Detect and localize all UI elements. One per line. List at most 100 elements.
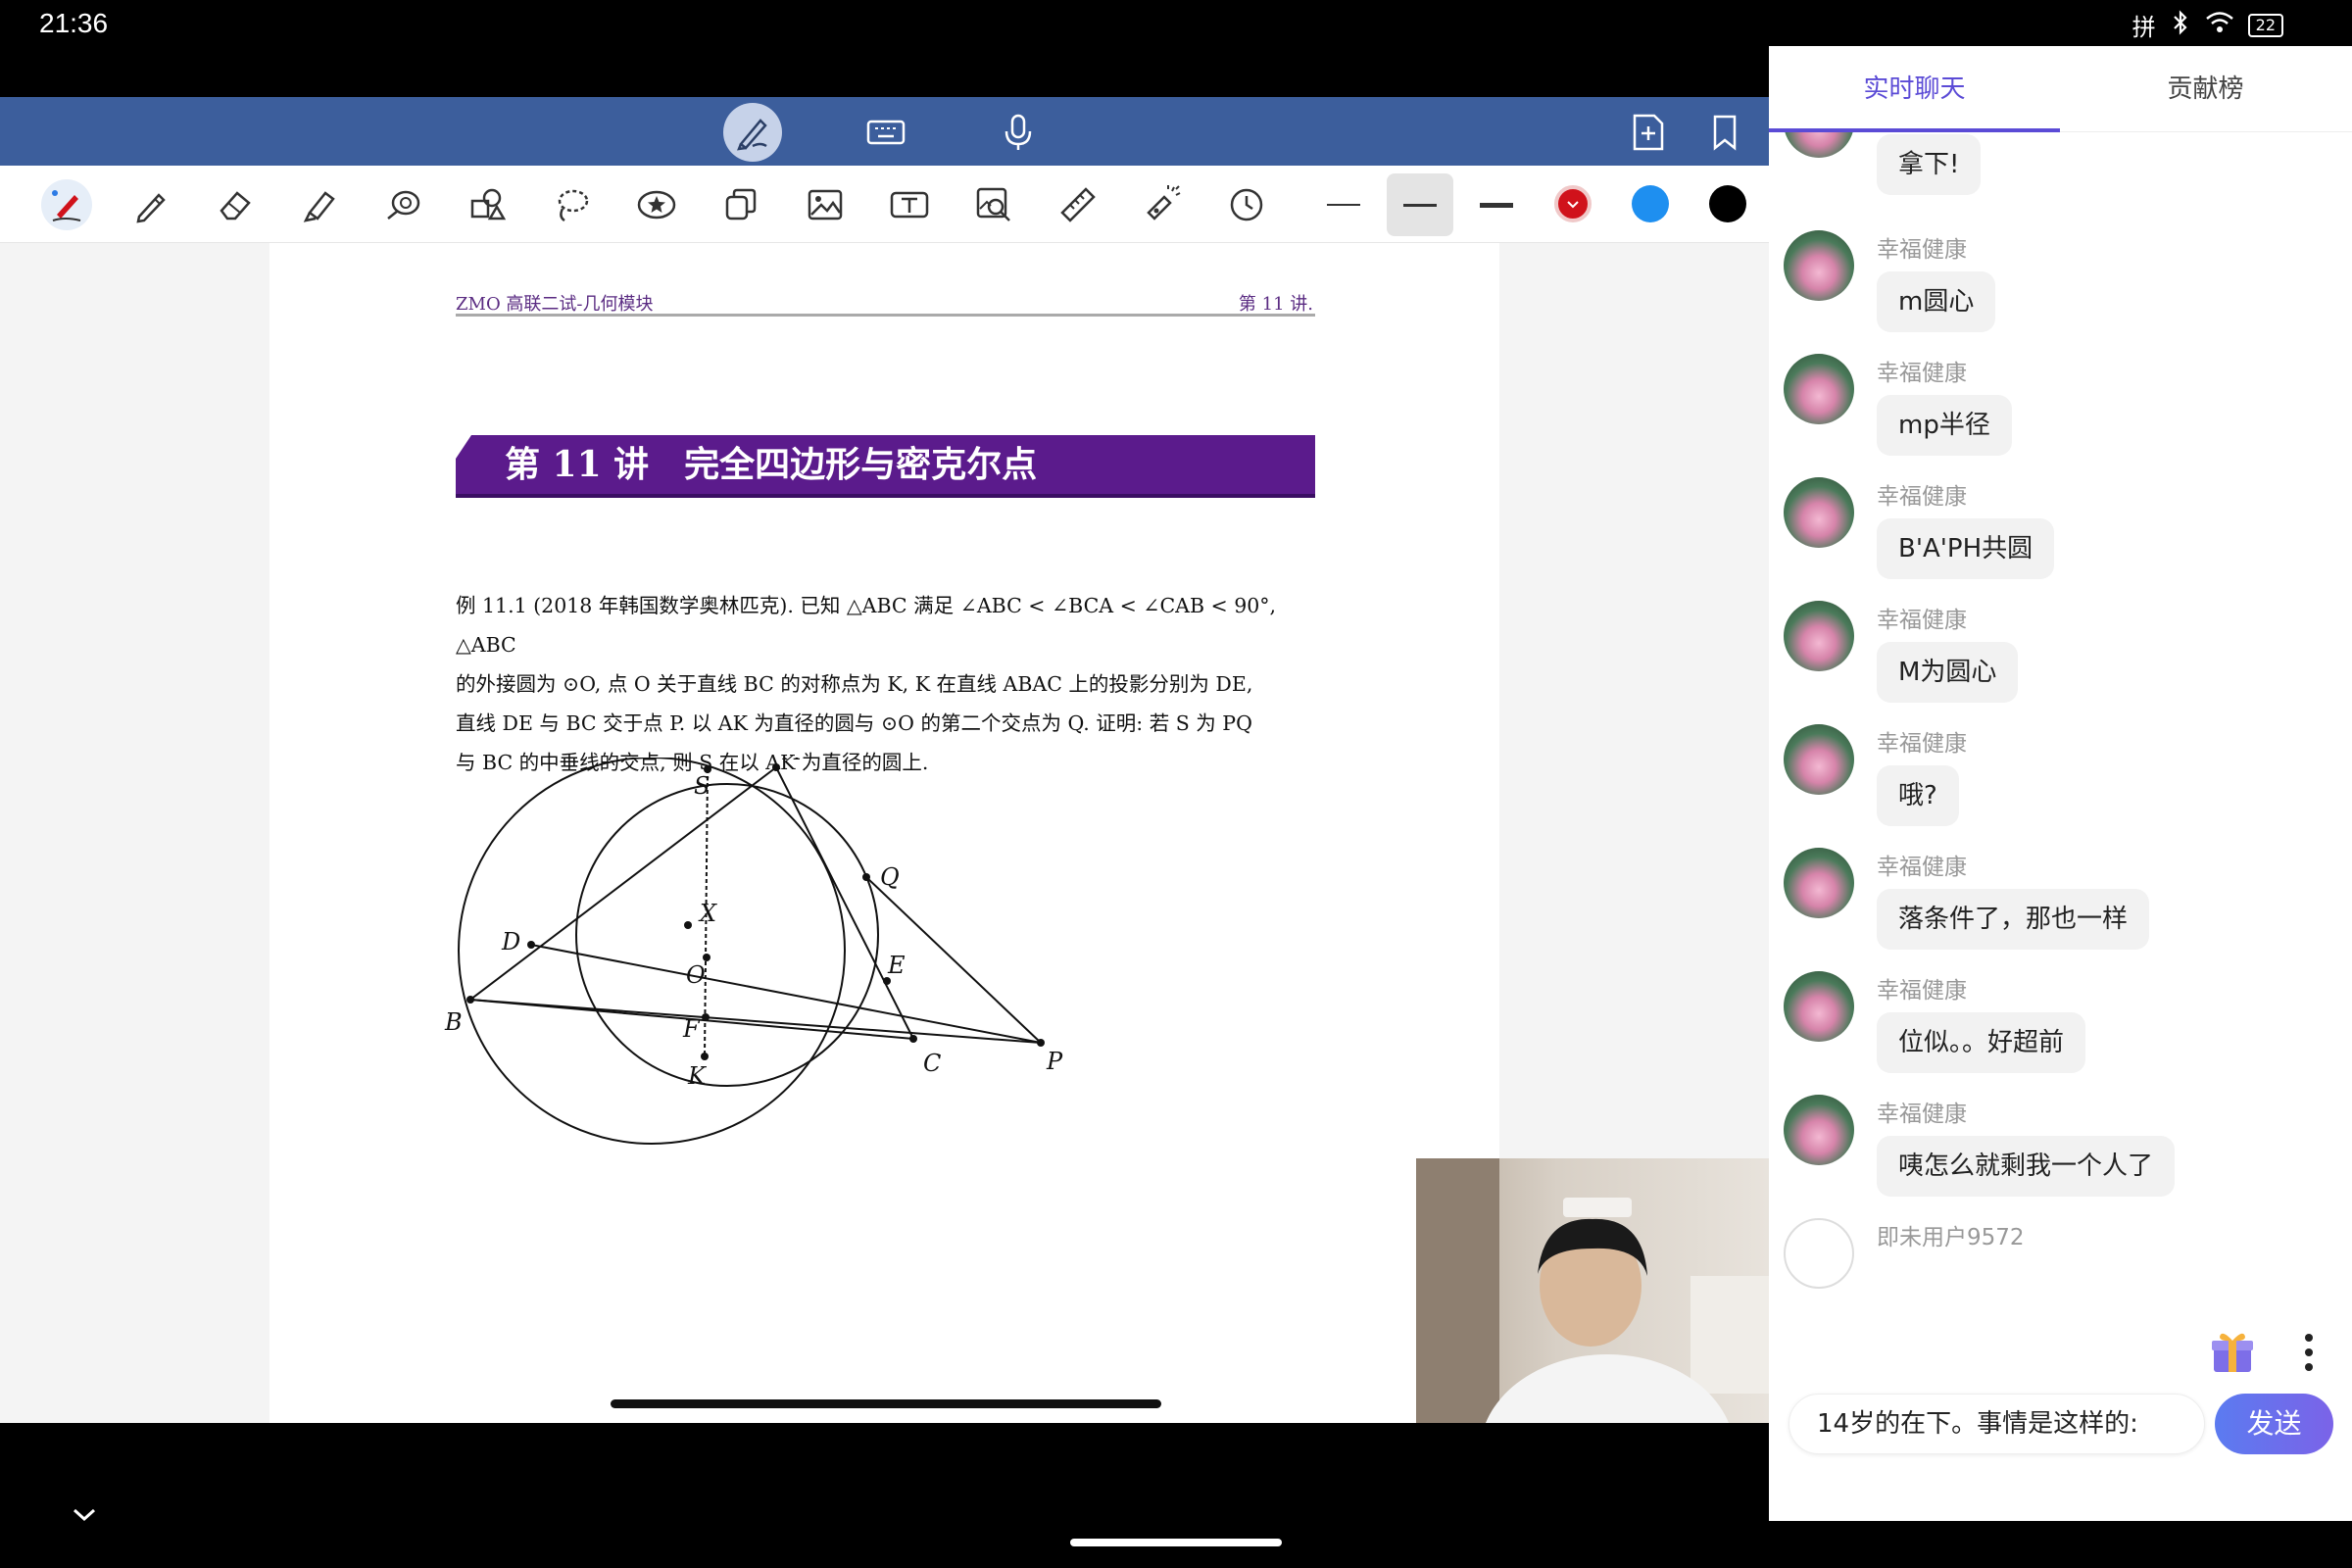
message-bubble: 哦? (1877, 765, 1959, 826)
label-k: K (687, 1062, 708, 1090)
shapes-icon[interactable] (463, 179, 514, 230)
copy-icon[interactable] (715, 179, 766, 230)
avatar[interactable] (1784, 230, 1854, 301)
message-bubble: 落条件了，那也一样 (1877, 889, 2150, 950)
label-b: B (444, 1008, 463, 1036)
tab-live-chat[interactable]: 实时聊天 (1769, 46, 2060, 132)
stroke-thick-option[interactable] (1471, 179, 1522, 230)
avatar[interactable] (1784, 601, 1854, 671)
pen-mode-icon[interactable] (723, 103, 782, 162)
wifi-icon (2205, 11, 2234, 40)
send-button[interactable]: 发送 (2215, 1394, 2333, 1454)
image-search-icon[interactable] (968, 179, 1019, 230)
document-page[interactable]: ZMO 高联二试-几何模块 第 11 讲. 第 11 讲 完全四边形与密克尔点 … (270, 243, 1499, 1423)
history-icon[interactable] (1221, 179, 1272, 230)
presenter-video[interactable] (1416, 1158, 1769, 1423)
text-box-icon[interactable] (884, 179, 935, 230)
avatar[interactable] (1784, 354, 1854, 424)
page-header-right: 第 11 讲. (1238, 294, 1313, 315)
tool-row (0, 166, 1769, 243)
username[interactable]: 即未用户9572 (1877, 1218, 2025, 1251)
smart-pen-icon[interactable] (41, 179, 92, 230)
line-bp (469, 999, 1042, 1044)
triangle-abc (469, 765, 915, 1041)
label-q: Q (880, 863, 900, 891)
color-red-swatch[interactable] (1554, 185, 1592, 222)
chat-input-area: 14岁的在下。事情是这样的: 发送 (1769, 1311, 2352, 1521)
collapse-chevron-icon[interactable] (69, 1504, 100, 1528)
chat-message-input[interactable]: 14岁的在下。事情是这样的: (1788, 1394, 2205, 1454)
avatar[interactable] (1784, 971, 1854, 1042)
screen: 21:36 拼 22 ZMO 高联二试-几何模块 第 11 讲. 第 11 讲 … (0, 0, 2352, 1568)
avatar[interactable] (1784, 1095, 1854, 1165)
avatar[interactable] (1784, 132, 1854, 158)
username[interactable]: 幸福健康 (1877, 601, 1967, 634)
problem-line: 例 11.1 (2018 年韩国数学奥林匹克). 已知 △ABC 满足 ∠ABC… (456, 594, 1277, 657)
presenter-video-frame (1416, 1158, 1769, 1423)
avatar[interactable] (1784, 1218, 1854, 1289)
geometry-figure: A S Q X D O E B F C P K (444, 758, 1063, 1145)
lasso-icon[interactable] (547, 179, 598, 230)
lecture-banner: 第 11 讲 完全四边形与密克尔点 (456, 435, 1315, 498)
message-bubble: m圆心 (1877, 271, 1996, 332)
color-blue-swatch[interactable] (1632, 185, 1669, 222)
home-gesture-bar[interactable] (1070, 1539, 1282, 1546)
header-divider (456, 314, 1315, 317)
username[interactable]: 幸福健康 (1877, 1095, 1967, 1128)
page-header-left: ZMO 高联二试-几何模块 (456, 294, 654, 315)
shape-recognize-icon[interactable] (378, 179, 429, 230)
label-f: F (682, 1015, 701, 1043)
problem-line: 直线 DE 与 BC 交于点 P. 以 AK 为直径的圆与 ⊙O 的第二个交点为… (456, 711, 1252, 735)
gift-icon[interactable] (2208, 1327, 2257, 1380)
message-bubble: 位似。。好超前 (1877, 1012, 2086, 1073)
keyboard-icon[interactable] (857, 103, 915, 162)
label-a: A (782, 758, 801, 765)
horizontal-scrollbar[interactable] (611, 1399, 1161, 1408)
chat-tabs: 实时聊天 贡献榜 (1769, 46, 2352, 132)
pencil-icon[interactable] (125, 179, 176, 230)
tab-contribution-ranking[interactable]: 贡献榜 (2060, 46, 2351, 132)
username[interactable]: 幸福健康 (1877, 354, 1967, 387)
message-bubble: mp半径 (1877, 395, 2012, 456)
label-c: C (923, 1050, 941, 1077)
eraser-icon[interactable] (210, 179, 261, 230)
add-page-icon[interactable] (1619, 103, 1678, 162)
editor-top-bar (0, 97, 1769, 166)
avatar[interactable] (1784, 724, 1854, 795)
bluetooth-icon (2170, 9, 2191, 41)
problem-text: 例 11.1 (2018 年韩国数学奥林匹克). 已知 △ABC 满足 ∠ABC… (456, 586, 1318, 782)
label-p: P (1046, 1048, 1063, 1075)
avatar[interactable] (1784, 477, 1854, 548)
username[interactable]: 幸福健康 (1877, 477, 1967, 511)
sticker-icon[interactable] (631, 179, 682, 230)
image-icon[interactable] (800, 179, 851, 230)
color-black-swatch[interactable] (1709, 185, 1746, 222)
microphone-icon[interactable] (989, 103, 1048, 162)
username[interactable]: 幸福健康 (1877, 724, 1967, 758)
message-bubble: B'A'PH共圆 (1877, 518, 2055, 579)
message-bubble: M为圆心 (1877, 642, 2019, 703)
stroke-medium-option[interactable] (1387, 173, 1453, 236)
avatar[interactable] (1784, 848, 1854, 918)
label-s: S (694, 772, 710, 800)
highlighter-icon[interactable] (294, 179, 345, 230)
username[interactable]: 幸福健康 (1877, 230, 1967, 264)
label-x: X (698, 900, 717, 927)
ruler-icon[interactable] (1053, 179, 1103, 230)
label-d: D (501, 928, 520, 956)
message-bubble: 咦怎么就剩我一个人了 (1877, 1136, 2176, 1197)
status-time: 21:36 (39, 8, 109, 38)
circle-ak (575, 783, 879, 1087)
laser-pointer-icon[interactable] (1137, 179, 1188, 230)
stroke-thin-option[interactable] (1318, 179, 1369, 230)
status-icons: 拼 22 (2132, 8, 2283, 42)
chat-panel: 实时聊天 贡献榜 拿下! 幸福健康 m圆心 幸福健康 mp半径 幸福健康 B'A… (1769, 46, 2352, 1521)
problem-line: 的外接圆为 ⊙O, 点 O 关于直线 BC 的对称点为 K, K 在直线 ABA… (456, 672, 1253, 696)
bookmark-icon[interactable] (1695, 103, 1754, 162)
username[interactable]: 幸福健康 (1877, 848, 1967, 881)
battery-icon: 22 (2247, 13, 2283, 37)
chat-message-list[interactable]: 拿下! 幸福健康 m圆心 幸福健康 mp半径 幸福健康 B'A'PH共圆 幸福健… (1769, 132, 2352, 1311)
ime-indicator: 拼 (2132, 14, 2156, 41)
more-options-icon[interactable] (2303, 1333, 2315, 1376)
username[interactable]: 幸福健康 (1877, 971, 1967, 1004)
